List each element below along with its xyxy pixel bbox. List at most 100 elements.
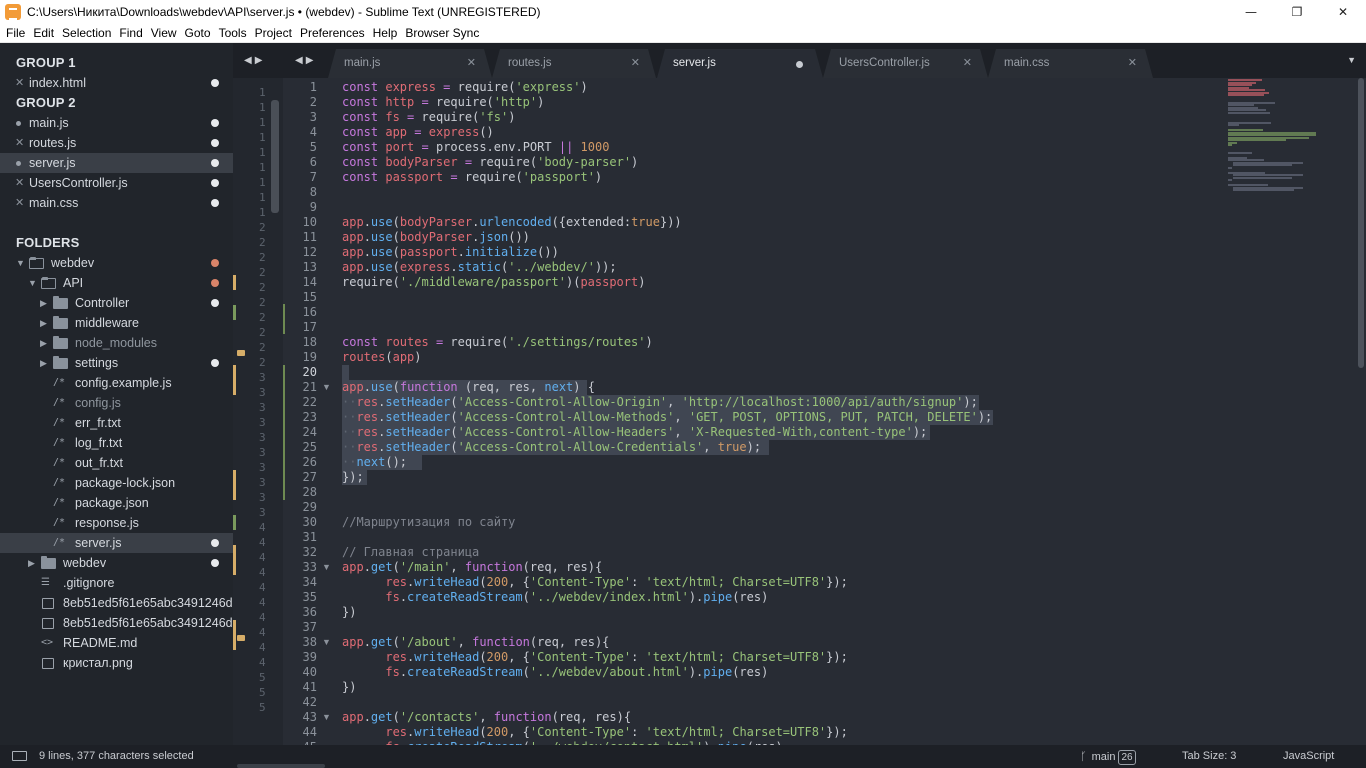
code-line[interactable]: app.get('/about', function(req, res){ [342, 635, 609, 650]
maximize-button[interactable]: ❐ [1274, 0, 1320, 23]
tab-main-js[interactable]: main.js ✕ [328, 49, 492, 78]
code-line[interactable]: res.writeHead(200, {'Content-Type': 'tex… [342, 725, 847, 740]
code-line[interactable]: require('./middleware/passport')(passpor… [342, 275, 645, 290]
tab-userscontroller-js[interactable]: UsersController.js ✕ [823, 49, 988, 78]
menu-selection[interactable]: Selection [58, 26, 115, 40]
close-icon[interactable]: ✕ [467, 49, 476, 78]
close-icon[interactable]: ✕ [1128, 49, 1137, 78]
open-file-item[interactable]: ✕ index.html [0, 73, 233, 93]
code-line[interactable]: app.get('/contacts', function(req, res){ [342, 710, 631, 725]
chevron-right-icon[interactable]: ▶ [40, 293, 47, 313]
chevron-right-icon[interactable]: ▶ [40, 333, 47, 353]
chevron-right-icon[interactable]: ▶ [40, 353, 47, 373]
fold-arrow-icon[interactable]: ▼ [322, 380, 331, 395]
code-line[interactable]: //Маршрутизация по сайту [342, 515, 515, 530]
tab-menu-chevron-icon[interactable]: ▼ [1347, 43, 1356, 78]
code-line[interactable]: app.get('/main', function(req, res){ [342, 560, 602, 575]
code-line[interactable]: ··res.setHeader('Access-Control-Allow-Or… [342, 395, 978, 410]
code-line[interactable]: app.use(function (req, res, next) { [342, 380, 595, 395]
file-item[interactable]: 8eb51ed5f61e65abc3491246d2a [0, 593, 233, 613]
file-item[interactable]: /* server.js [0, 533, 233, 553]
file-item[interactable]: /* log_fr.txt [0, 433, 233, 453]
menu-browser-sync[interactable]: Browser Sync [401, 26, 483, 40]
code-line[interactable]: routes(app) [342, 350, 422, 365]
close-icon[interactable]: ✕ [15, 133, 24, 153]
unsaved-dot-icon[interactable] [796, 61, 803, 68]
file-item[interactable]: /* config.js [0, 393, 233, 413]
tab-nav-arrows-icon[interactable]: ◀▶ [295, 43, 316, 78]
code-line[interactable]: res.writeHead(200, {'Content-Type': 'tex… [342, 650, 847, 665]
code-line[interactable]: app.use(bodyParser.urlencoded({extended:… [342, 215, 682, 230]
menu-file[interactable]: File [2, 26, 29, 40]
file-item[interactable]: /* response.js [0, 513, 233, 533]
menu-preferences[interactable]: Preferences [296, 26, 369, 40]
code-line[interactable]: }) [342, 605, 356, 620]
git-branch[interactable]: ᚴ main 26 [1080, 745, 1136, 768]
open-file-item[interactable]: server.js [0, 153, 233, 173]
code-line[interactable]: app.use(express.static('../webdev/')); [342, 260, 617, 275]
tab-size[interactable]: Tab Size: 3 [1182, 745, 1236, 768]
menu-project[interactable]: Project [251, 26, 296, 40]
code-line[interactable]: app.use(bodyParser.json()) [342, 230, 530, 245]
code-line[interactable]: fs.createReadStream('../webdev/index.htm… [342, 590, 768, 605]
folder-item[interactable]: ▶ node_modules [0, 333, 233, 353]
file-item[interactable]: /* config.example.js [0, 373, 233, 393]
menu-goto[interactable]: Goto [181, 26, 215, 40]
syntax-mode[interactable]: JavaScript [1283, 745, 1334, 768]
menu-tools[interactable]: Tools [215, 26, 251, 40]
folder-item[interactable]: ▶ Controller [0, 293, 233, 313]
vertical-scrollbar[interactable] [1356, 78, 1366, 745]
chevron-down-icon[interactable]: ▼ [28, 273, 37, 293]
code-line[interactable]: }) [342, 680, 356, 695]
fold-arrow-icon[interactable]: ▼ [322, 710, 331, 725]
folder-item[interactable]: ▼ webdev [0, 253, 233, 273]
left-scrollbar[interactable] [271, 100, 279, 213]
code-line[interactable]: const http = require('http') [342, 95, 544, 110]
folder-item[interactable]: ▶ middleware [0, 313, 233, 333]
open-file-item[interactable]: ✕ routes.js [0, 133, 233, 153]
chevron-right-icon[interactable]: ▶ [28, 553, 35, 573]
code-line[interactable]: const routes = require('./settings/route… [342, 335, 653, 350]
folder-item[interactable]: ▶ settings [0, 353, 233, 373]
code-line[interactable]: const passport = require('passport') [342, 170, 602, 185]
open-file-item[interactable]: ✕ main.css [0, 193, 233, 213]
scrollbar-thumb[interactable] [1358, 78, 1364, 368]
code-line[interactable]: ··res.setHeader('Access-Control-Allow-Cr… [342, 440, 761, 455]
code-line[interactable]: ··res.setHeader('Access-Control-Allow-He… [342, 425, 927, 440]
chevron-down-icon[interactable]: ▼ [16, 253, 25, 273]
close-icon[interactable]: ✕ [15, 173, 24, 193]
close-icon[interactable]: ✕ [963, 49, 972, 78]
menu-edit[interactable]: Edit [29, 26, 58, 40]
minimap[interactable] [1228, 78, 1353, 198]
horizontal-scrollbar[interactable] [237, 764, 325, 768]
code-line[interactable]: app.use(passport.initialize()) [342, 245, 559, 260]
file-item[interactable]: 8eb51ed5f61e65abc3491246d2a [0, 613, 233, 633]
code-line[interactable]: const bodyParser = require('body-parser'… [342, 155, 638, 170]
code-line[interactable]: res.writeHead(200, {'Content-Type': 'tex… [342, 575, 847, 590]
folder-item[interactable]: ▼ API [0, 273, 233, 293]
code-line[interactable]: }); [342, 470, 364, 485]
fold-arrow-icon[interactable]: ▼ [322, 560, 331, 575]
file-item[interactable]: ☰ .gitignore [0, 573, 233, 593]
tab-server-js[interactable]: server.js [657, 49, 823, 78]
file-item[interactable]: кристал.png [0, 653, 233, 673]
open-file-item[interactable]: ✕ UsersController.js [0, 173, 233, 193]
menu-help[interactable]: Help [369, 26, 402, 40]
file-item[interactable]: /* out_fr.txt [0, 453, 233, 473]
tab-main-css[interactable]: main.css ✕ [988, 49, 1153, 78]
code-line[interactable]: fs.createReadStream('../webdev/about.htm… [342, 665, 768, 680]
close-window-button[interactable]: ✕ [1320, 0, 1366, 23]
code-line[interactable]: // Главная страница [342, 545, 479, 560]
panel-toggle-icon[interactable] [12, 751, 27, 761]
code-line[interactable]: ··next(); [342, 455, 407, 470]
tab-routes-js[interactable]: routes.js ✕ [492, 49, 656, 78]
file-item[interactable]: /* err_fr.txt [0, 413, 233, 433]
menu-view[interactable]: View [147, 26, 181, 40]
editor-pane[interactable]: 1111111112222222222333333333344444444445… [233, 78, 1366, 745]
folder-item[interactable]: ▶ webdev [0, 553, 233, 573]
code-area[interactable]: const express = require('express') const … [342, 78, 1222, 745]
code-line[interactable]: const fs = require('fs') [342, 110, 515, 125]
file-item[interactable]: /* package-lock.json [0, 473, 233, 493]
code-line[interactable]: const app = express() [342, 125, 494, 140]
sidebar-nav-arrows-icon[interactable]: ◀▶ [244, 43, 265, 78]
